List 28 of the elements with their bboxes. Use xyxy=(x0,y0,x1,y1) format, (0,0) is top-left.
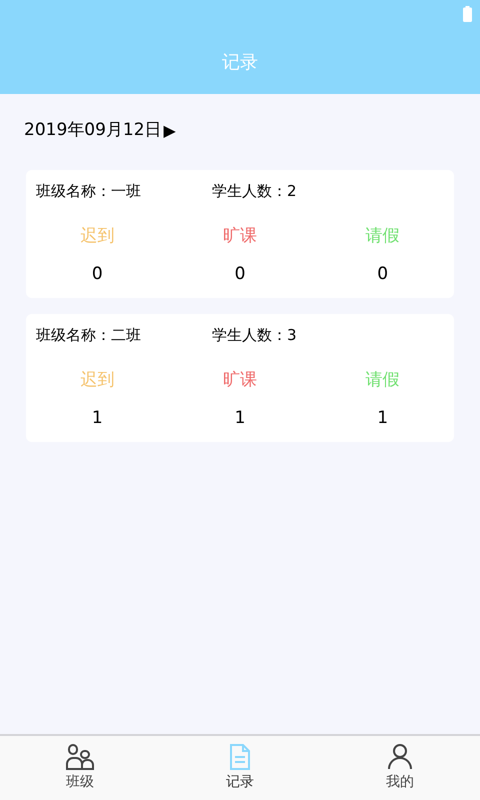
date-arrow[interactable]: ▶ xyxy=(164,118,176,143)
stat-value: 0 xyxy=(92,262,103,286)
date-label[interactable]: 2019年09月12日 xyxy=(24,118,162,144)
stat-value: 0 xyxy=(234,262,246,286)
class-card[interactable]: 班级名称：二班 学生人数：3 迟到 1 旷课 1 请假 1 xyxy=(26,314,454,442)
nav-tab[interactable]: 我的 xyxy=(320,736,480,800)
class-card[interactable]: 班级名称：一班 学生人数：2 迟到 0 旷课 0 请假 0 xyxy=(26,170,454,298)
stat-value: 1 xyxy=(234,406,246,430)
stat-label: 请假 xyxy=(366,225,400,248)
stat-value: 1 xyxy=(92,406,103,430)
stat-label: 旷课 xyxy=(222,369,257,392)
stat-label: 迟到 xyxy=(80,369,114,392)
stat-label: 迟到 xyxy=(80,225,114,248)
stat-label: 旷课 xyxy=(222,225,257,248)
nav-tab[interactable]: 记录 xyxy=(160,736,320,800)
class-name: 班级名称：二班 xyxy=(36,324,142,346)
stat-value: 0 xyxy=(377,262,388,286)
person-icon xyxy=(388,744,412,770)
stat-label: 请假 xyxy=(366,369,400,392)
nav-tab[interactable]: 班级 xyxy=(0,736,160,800)
student-count: 学生人数：2 xyxy=(212,180,297,202)
stat-value: 1 xyxy=(377,406,388,430)
battery-icon xyxy=(463,6,472,22)
document-icon xyxy=(229,744,251,770)
people-icon xyxy=(66,744,94,770)
header-title: 记录 xyxy=(222,50,258,74)
class-name: 班级名称：一班 xyxy=(36,180,142,202)
student-count: 学生人数：3 xyxy=(212,324,297,346)
